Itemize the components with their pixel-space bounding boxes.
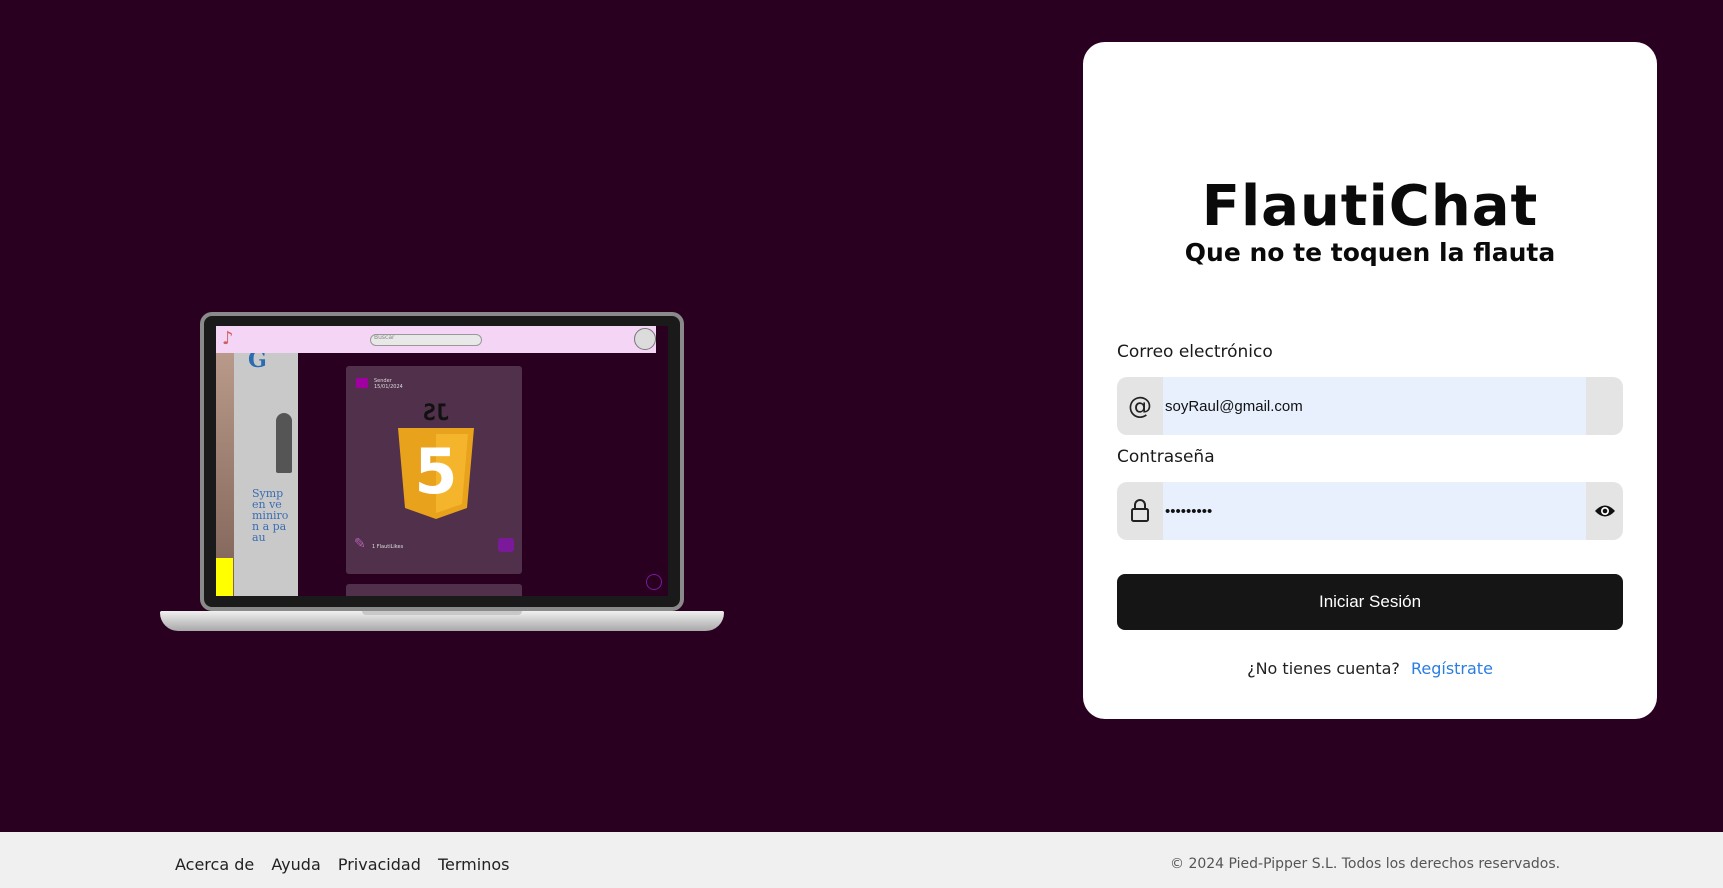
login-button[interactable]: Iniciar Sesión	[1117, 574, 1623, 630]
mockup-post-likes: 1 FlautiLikes	[372, 544, 404, 550]
mockup-search-bar: Buscar	[370, 334, 482, 346]
signup-prompt: ¿No tienes cuenta?	[1247, 659, 1400, 678]
mockup-search-placeholder: Buscar	[374, 334, 395, 341]
mockup-post-avatar	[356, 378, 368, 388]
mockup-avatar	[634, 328, 656, 350]
footer-link-help[interactable]: Ayuda	[271, 855, 320, 874]
mockup-js-label: JS	[423, 401, 450, 426]
footer-link-terms[interactable]: Terminos	[438, 855, 510, 874]
password-field[interactable]	[1163, 482, 1586, 540]
mockup-topbar: ♪ Buscar	[216, 326, 656, 353]
mockup-post-card: Sender 15/01/2024 JS 5 ✎ 1 FlautiLikes	[346, 366, 522, 574]
signup-link[interactable]: Regístrate	[1411, 659, 1493, 678]
brand-tagline: Que no te toquen la flauta	[1184, 238, 1556, 267]
html5-js-logo-icon: JS 5	[398, 401, 474, 519]
mockup-comment-icon	[498, 538, 514, 552]
login-card: FlautiChat Que no te toquen la flauta Co…	[1083, 42, 1657, 719]
mockup-post-user: Sender 15/01/2024	[374, 378, 403, 390]
mockup-ad-letter: G	[248, 353, 267, 373]
laptop-lid: ♪ Buscar G Symp en ve miniro n a pa au S…	[200, 312, 684, 611]
show-password-eye-icon[interactable]	[1586, 482, 1623, 540]
mockup-flute-logo-icon: ♪	[222, 328, 234, 349]
mockup-ad-banner: G Symp en ve miniro n a pa au	[216, 353, 298, 596]
brand-title: FlautiChat	[1201, 174, 1539, 239]
footer: Acerca de Ayuda Privacidad Terminos © 20…	[0, 832, 1723, 888]
password-label: Contraseña	[1117, 447, 1215, 467]
laptop-notch	[362, 611, 522, 615]
mockup-ad-text: Symp en ve miniro n a pa au	[252, 487, 289, 544]
footer-nav: Acerca de Ayuda Privacidad Terminos	[175, 855, 521, 874]
email-label: Correo electrónico	[1117, 342, 1273, 362]
laptop-mockup: ♪ Buscar G Symp en ve miniro n a pa au S…	[160, 312, 724, 632]
mockup-add-icon	[646, 574, 662, 590]
laptop-screen: ♪ Buscar G Symp en ve miniro n a pa au S…	[216, 326, 668, 596]
footer-link-privacy[interactable]: Privacidad	[338, 855, 421, 874]
lock-icon	[1117, 482, 1163, 540]
mockup-post-card-next	[346, 584, 522, 596]
mockup-js-digit: 5	[414, 435, 457, 508]
at-sign-icon: @	[1128, 392, 1152, 420]
mockup-post-date: 15/01/2024	[374, 384, 403, 390]
mockup-ad-yellow-block	[216, 558, 233, 596]
mockup-ad-figure	[276, 413, 292, 473]
email-field[interactable]	[1163, 377, 1586, 435]
footer-copyright: © 2024 Pied-Pipper S.L. Todos los derech…	[1170, 856, 1561, 872]
footer-link-about[interactable]: Acerca de	[175, 855, 254, 874]
email-field-wrapper: @	[1117, 377, 1623, 435]
signup-row: ¿No tienes cuenta? Regístrate	[1083, 659, 1657, 678]
mockup-pencil-icon: ✎	[354, 536, 366, 552]
password-field-wrapper	[1117, 482, 1623, 540]
